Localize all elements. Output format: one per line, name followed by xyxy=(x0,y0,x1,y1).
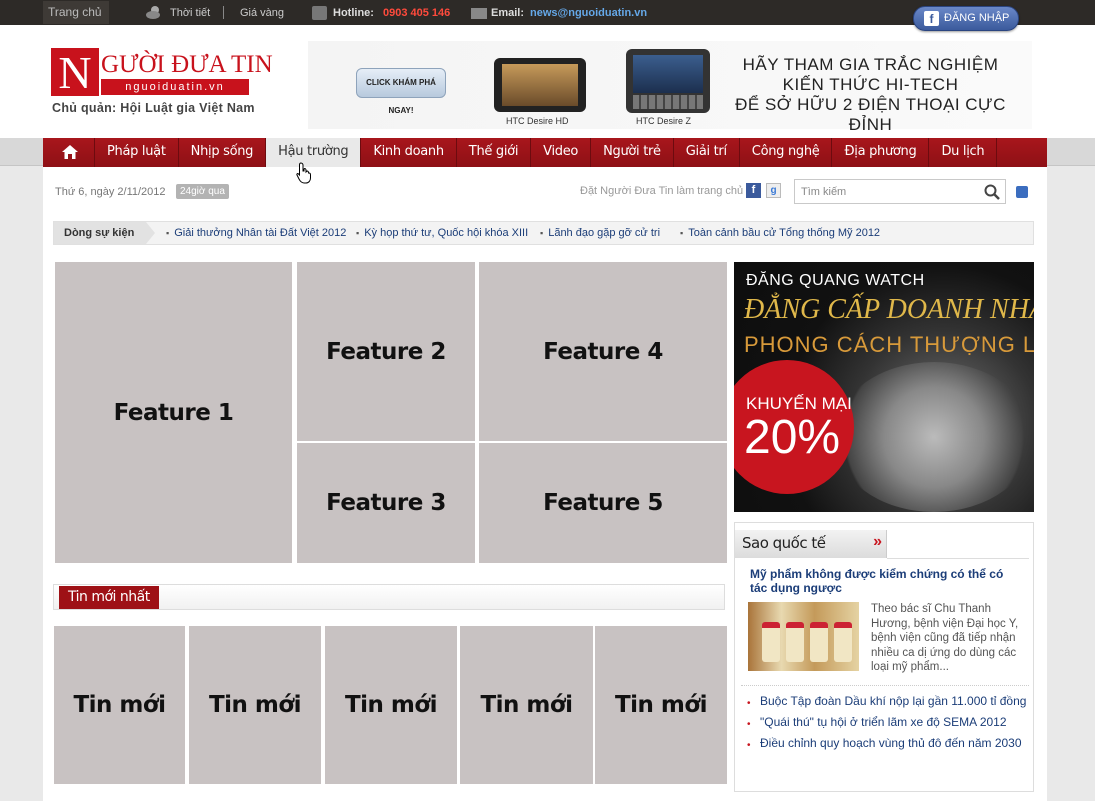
hotline-label: Hotline: xyxy=(333,7,374,19)
event-link[interactable]: Giải thưởng Nhân tài Đất Việt 2012 xyxy=(166,222,346,244)
ad-slogan-1: ĐẲNG CẤP DOANH NHÂN xyxy=(744,294,1034,325)
nav-tab[interactable]: Nhịp sống xyxy=(179,138,267,167)
logo-brand: GƯỜI ĐƯA TIN xyxy=(101,51,273,78)
logo-owner: Chủ quản: Hội Luật gia Việt Nam xyxy=(52,101,255,115)
top-home-link[interactable]: Trang chủ xyxy=(43,1,109,24)
list-item[interactable]: Buộc Tập đoàn Dầu khí nộp lại gần 11.000… xyxy=(747,693,1027,712)
weather-link[interactable]: Thời tiết xyxy=(170,0,210,25)
feature-3-placeholder[interactable]: Feature 3 xyxy=(296,442,476,564)
nav-tab[interactable]: Hậu trường xyxy=(266,138,362,167)
feature-4-placeholder[interactable]: Feature 4 xyxy=(478,261,728,442)
header: N GƯỜI ĐƯA TIN nguoiduatin.vn Chủ quản: … xyxy=(0,25,1095,138)
phone1-caption: HTC Desire HD xyxy=(506,116,569,126)
home-icon xyxy=(62,145,78,159)
logo-domain: nguoiduatin.vn xyxy=(101,79,249,95)
nav-tab[interactable]: Địa phương xyxy=(832,138,930,167)
last-24h-badge[interactable]: 24giờ qua xyxy=(176,184,229,199)
search-icon[interactable] xyxy=(984,184,1000,200)
event-link[interactable]: Lãnh đạo gặp gỡ cử tri xyxy=(540,222,660,244)
latest-news-placeholder[interactable]: Tin mới xyxy=(594,625,728,785)
latest-news-placeholder[interactable]: Tin mới xyxy=(188,625,322,785)
article-summary: Theo bác sĩ Chu Thanh Hương, bệnh viện Đ… xyxy=(871,603,1019,673)
double-chevron-right-icon: » xyxy=(873,533,882,550)
nav-bar-wrapper: Pháp luật Nhịp sống Hậu trường Kinh doanh Th… xyxy=(0,138,1095,167)
latest-news-title[interactable]: Tin mới nhất xyxy=(59,586,159,609)
current-date: Thứ 6, ngày 2/11/2012 xyxy=(55,186,166,198)
phone-image xyxy=(494,58,586,112)
event-link[interactable]: Toàn cảnh bầu cử Tổng thống Mỹ 2012 xyxy=(680,222,880,244)
gold-price-link[interactable]: Giá vàng xyxy=(240,0,284,25)
banner-cta-button[interactable]: CLICK KHÁM PHÁ NGAY! xyxy=(356,68,446,115)
mouse-cursor-icon xyxy=(296,162,311,184)
hitech-banner-ad[interactable]: CLICK KHÁM PHÁ NGAY! HTC Desire HD HTC D… xyxy=(308,41,1032,134)
nav-tab[interactable]: Du lịch xyxy=(929,138,998,167)
ad-slogan-2: PHONG CÁCH THƯỢNG LƯU xyxy=(744,332,1034,357)
ad-brand: ĐĂNG QUANG WATCH xyxy=(746,272,925,289)
label-arrow xyxy=(146,222,155,244)
email-link[interactable]: news@nguoiduatin.vn xyxy=(530,0,647,25)
phone-icon xyxy=(312,6,327,20)
list-item[interactable]: Điều chỉnh quy hoạch vùng thủ đô đến năm… xyxy=(747,735,1027,754)
search-input[interactable] xyxy=(801,184,979,200)
weather-icon xyxy=(146,6,160,19)
divider xyxy=(887,558,1029,559)
event-link[interactable]: Kỳ họp thứ tư, Quốc hội khóa XIII xyxy=(356,222,528,244)
event-stream-label: Dòng sự kiện xyxy=(54,222,146,244)
nav-home-button[interactable] xyxy=(43,138,95,167)
banner-headline: HÃY THAM GIA TRẮC NGHIỆM KIẾN THỨC HI-TE… xyxy=(735,55,1006,134)
phone-image xyxy=(626,49,710,113)
latest-news-placeholder[interactable]: Tin mới xyxy=(459,625,594,785)
nav-tab[interactable]: Người trẻ xyxy=(591,138,674,167)
email-label: Email: xyxy=(491,7,525,19)
article-title[interactable]: Mỹ phẩm không được kiểm chứng có thể có … xyxy=(750,567,1012,595)
latest-news-placeholder[interactable]: Tin mới xyxy=(53,625,186,785)
google-plus-icon[interactable]: g xyxy=(766,183,781,198)
article-thumbnail[interactable] xyxy=(748,602,859,671)
search-box xyxy=(794,179,1006,204)
section-title: Sao quốc tế xyxy=(742,534,826,552)
related-links: Buộc Tập đoàn Dầu khí nộp lại gần 11.000… xyxy=(747,693,1027,756)
divider xyxy=(223,6,224,19)
event-stream-bar: Dòng sự kiện Giải thưởng Nhân tài Đất Vi… xyxy=(53,221,1034,245)
nav-tab[interactable]: Kinh doanh xyxy=(361,138,457,167)
rss-icon[interactable] xyxy=(1016,186,1028,198)
latest-news-header: Tin mới nhất xyxy=(53,584,725,610)
divider xyxy=(741,685,1029,686)
nav-tab[interactable]: Công nghệ xyxy=(740,138,833,167)
watch-ad-banner[interactable]: ĐĂNG QUANG WATCH ĐẲNG CẤP DOANH NHÂN PHO… xyxy=(734,262,1034,512)
facebook-share-icon[interactable]: f xyxy=(746,183,761,198)
section-header[interactable]: Sao quốc tế » xyxy=(735,530,887,558)
nav-tab[interactable]: Video xyxy=(531,138,592,167)
hotline-number: 0903 405 146 xyxy=(383,7,451,19)
mail-icon xyxy=(471,8,487,19)
ad-promo-percent: 20% xyxy=(744,411,841,464)
phone2-caption: HTC Desire Z xyxy=(636,116,692,126)
feature-5-placeholder[interactable]: Feature 5 xyxy=(478,442,728,564)
latest-news-placeholder[interactable]: Tin mới xyxy=(324,625,458,785)
feature-2-placeholder[interactable]: Feature 2 xyxy=(296,261,476,442)
facebook-login-label: ĐĂNG NHẬP xyxy=(944,12,1010,24)
nav-tab[interactable]: Thế giới xyxy=(457,138,532,167)
intl-stars-box: Sao quốc tế » Mỹ phẩm không được kiểm ch… xyxy=(734,522,1034,792)
main-nav: Pháp luật Nhịp sống Hậu trường Kinh doanh Th… xyxy=(43,138,1047,167)
facebook-login-button[interactable]: f ĐĂNG NHẬP xyxy=(913,6,1019,31)
make-homepage-link[interactable]: Đặt Người Đưa Tin làm trang chủ xyxy=(580,185,743,197)
facebook-icon: f xyxy=(924,11,939,26)
feature-1-placeholder[interactable]: Feature 1 xyxy=(54,261,293,564)
logo-letter: N xyxy=(51,48,99,98)
nav-tab[interactable]: Giải trí xyxy=(674,138,740,167)
list-item[interactable]: "Quái thú" tụ hội ở triển lãm xe độ SEMA… xyxy=(747,714,1027,733)
content-area: Thứ 6, ngày 2/11/2012 24giờ qua Đặt Ngườ… xyxy=(43,167,1047,801)
watch-image xyxy=(834,362,1034,512)
nav-tab[interactable]: Pháp luật xyxy=(95,138,179,167)
